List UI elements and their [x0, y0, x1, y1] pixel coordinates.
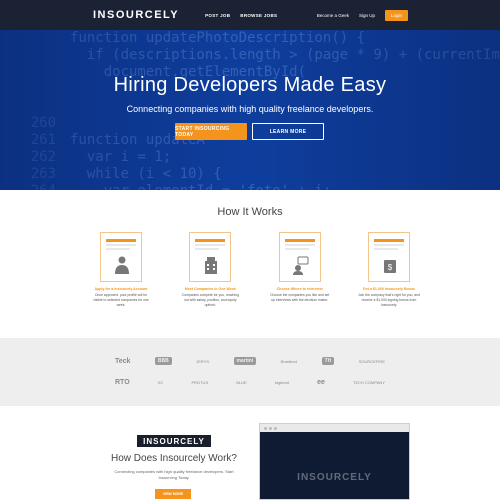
logo-row: Teck BBB JERYS martini Brantford TH SOUR… [115, 355, 385, 367]
money-icon: $ [383, 260, 396, 273]
learn-more-button[interactable]: LEARN MORE [252, 123, 324, 140]
client-logo: PROTUS [191, 379, 209, 385]
hero-subtitle: Connecting companies with high quality f… [126, 104, 374, 114]
how-it-works-section: How It Works Apply for a Insourcely Acco… [0, 190, 500, 338]
nav-right: Become a Geek Sign Up Login [317, 9, 408, 21]
step-text: Choose the companies you like and set up… [270, 293, 330, 302]
step-title: Get a $1,000 Insourcely Bonus [362, 287, 416, 291]
client-logo: RTO [115, 378, 130, 386]
brand-logo[interactable]: INSOURCELY [93, 9, 179, 21]
step-card [100, 232, 142, 282]
steps-list: Apply for a Insourcely Account Once appr… [90, 232, 420, 308]
client-logo: Brantford [280, 358, 298, 364]
step-card [278, 232, 321, 282]
client-logo: BBB [154, 357, 172, 365]
step-2: Meet Companies in One Week Companies com… [179, 232, 241, 308]
video-window-bar [260, 424, 409, 432]
section-title: How Does Insourcely Work? [111, 453, 237, 464]
client-logo: ee [317, 378, 325, 386]
view-more-button[interactable]: VIEW MORE [155, 489, 191, 499]
step-1: Apply for a Insourcely Account Once appr… [90, 232, 152, 308]
video-screen[interactable]: INSOURCELY [260, 432, 409, 499]
step-title: Apply for a Insourcely Account [94, 287, 148, 291]
client-logo: SOURCEFIRE [358, 358, 385, 364]
hero-buttons: START INSOURCING TODAY LEARN MORE [175, 123, 324, 140]
top-nav: INSOURCELY POST JOB BROWSE JOBS Become a… [0, 0, 500, 30]
client-logo: TECH COMPANY [353, 379, 385, 385]
client-logo: martini [233, 357, 257, 365]
step-title: Meet Companies in One Week [184, 287, 236, 291]
hero-section: function updatePhotoDescription() { if (… [0, 30, 500, 190]
login-button[interactable]: Login [384, 9, 408, 21]
step-card: $ [367, 232, 410, 282]
step-4: $ Get a $1,000 Insourcely Bonus Join the… [358, 232, 420, 308]
client-logo: JERYS [196, 358, 210, 364]
logo-row: RTO XC PROTUS BLUE bigbend ee TECH COMPA… [115, 376, 385, 388]
client-logo: Teck [115, 357, 131, 365]
step-text: Companies compete for you, reaching out … [181, 293, 239, 307]
how-does-it-work-section: INSOURCELY How Does Insourcely Work? Con… [0, 406, 500, 500]
step-card [189, 232, 232, 282]
person-icon [115, 256, 129, 274]
step-title: Choose Where to Interview [276, 287, 323, 291]
client-logo: TH [321, 357, 335, 365]
nav-post-job[interactable]: POST JOB [205, 13, 230, 18]
section-text: Connecting companies with high quality f… [114, 469, 234, 480]
nav-links: POST JOB BROWSE JOBS [205, 13, 277, 18]
hero-title: Hiring Developers Made Easy [113, 74, 387, 96]
section-logo: INSOURCELY [137, 435, 211, 447]
chat-icon [292, 256, 309, 275]
svg-text:$: $ [388, 263, 393, 272]
step-3: Choose Where to Interview Choose the com… [269, 232, 331, 308]
video-watermark: INSOURCELY [297, 472, 372, 483]
start-insourcing-button[interactable]: START INSOURCING TODAY [175, 123, 247, 140]
step-text: Once approved, your profile will be visi… [93, 293, 149, 307]
building-icon [205, 257, 218, 274]
become-geek-link[interactable]: Become a Geek [317, 13, 349, 18]
client-logo: bigbend [274, 379, 290, 385]
nav-browse-jobs[interactable]: BROWSE JOBS [240, 13, 277, 18]
client-logo: XC [157, 379, 164, 385]
video-player[interactable]: INSOURCELY [259, 423, 410, 500]
section-title: How It Works [217, 206, 283, 218]
client-logo: BLUE [236, 379, 247, 385]
client-logos-section: Teck BBB JERYS martini Brantford TH SOUR… [0, 338, 500, 406]
sign-up-link[interactable]: Sign Up [359, 13, 375, 18]
step-text: Join the company that's right for you, a… [358, 293, 420, 307]
